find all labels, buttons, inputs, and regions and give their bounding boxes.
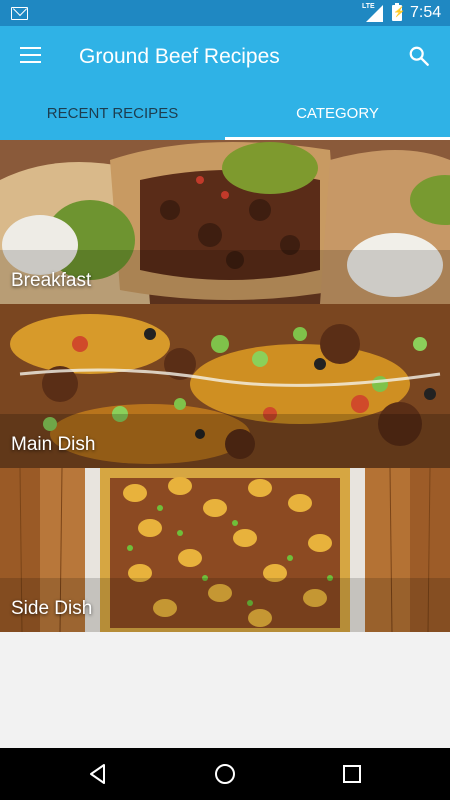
tab-bar: RECENT RECIPES CATEGORY (0, 90, 450, 140)
home-icon[interactable] (213, 762, 237, 786)
system-navigation-bar (0, 748, 450, 800)
tab-category[interactable]: CATEGORY (225, 90, 450, 140)
category-label: Breakfast (11, 270, 92, 291)
battery-charging-icon (392, 3, 405, 21)
clock: 7:54 (410, 4, 442, 21)
app-title: Ground Beef Recipes (79, 45, 280, 68)
signal-icon (366, 5, 383, 22)
hamburger-menu-icon[interactable] (20, 47, 41, 64)
app-bar: Ground Beef Recipes (0, 26, 450, 90)
back-icon[interactable] (86, 762, 110, 786)
recents-icon[interactable] (340, 762, 364, 786)
category-card-main-dish[interactable]: Main Dish (0, 304, 450, 468)
category-label: Main Dish (11, 434, 96, 455)
tab-recent-recipes[interactable]: RECENT RECIPES (0, 90, 225, 140)
category-card-side-dish[interactable]: Side Dish (0, 468, 450, 632)
status-bar: LTE 7:54 (0, 0, 450, 26)
search-icon[interactable] (408, 45, 430, 67)
category-label: Side Dish (11, 598, 93, 619)
mail-icon (11, 7, 28, 20)
category-card-breakfast[interactable]: Breakfast (0, 140, 450, 304)
